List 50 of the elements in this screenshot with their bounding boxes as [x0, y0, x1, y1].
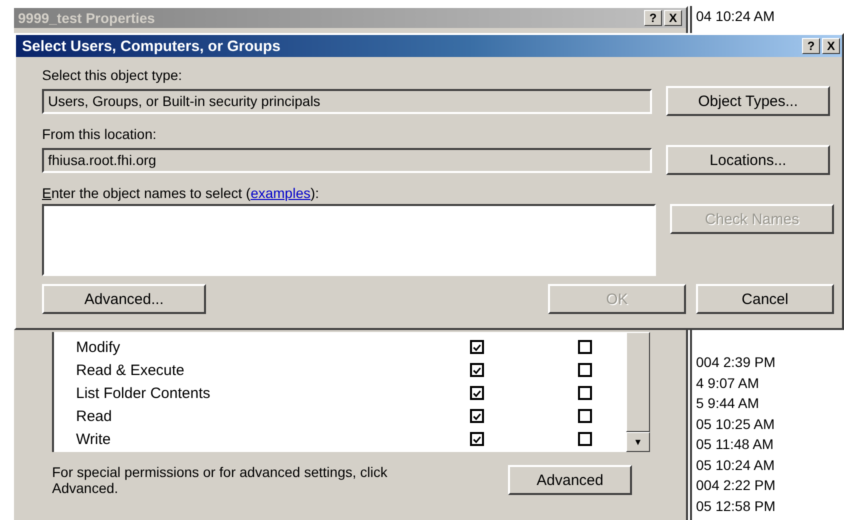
- allow-checkbox[interactable]: [470, 386, 484, 400]
- time-text: 05 11:48 AM: [696, 435, 775, 454]
- advanced-button[interactable]: Advanced...: [42, 284, 206, 314]
- permission-name: Modify: [76, 338, 122, 356]
- locations-button[interactable]: Locations...: [666, 145, 830, 175]
- scrollbar[interactable]: ▼: [626, 332, 650, 452]
- advanced-hint: For special permissions or for advanced settings, click Advanced.: [52, 464, 388, 496]
- object-type-field: Users, Groups, or Built-in security principals: [42, 88, 652, 114]
- permission-name: Read: [76, 408, 113, 424]
- help-button[interactable]: ?: [802, 38, 820, 54]
- help-button[interactable]: ?: [644, 10, 662, 26]
- permission-name: Write: [76, 430, 112, 448]
- dialog-title: Select Users, Computers, or Groups: [22, 38, 280, 54]
- checkmark-icon: [472, 388, 482, 398]
- allow-checkbox[interactable]: [470, 363, 484, 377]
- deny-checkbox[interactable]: [578, 432, 592, 446]
- window-title: 9999_test Properties: [18, 10, 155, 26]
- object-types-button[interactable]: Object Types...: [666, 86, 830, 116]
- time-text: 004 2:39 PM: [696, 353, 776, 372]
- time-text: 004 2:22 PM: [696, 476, 776, 495]
- deny-checkbox[interactable]: [578, 363, 592, 377]
- checkmark-icon: [472, 410, 482, 422]
- permission-name: Read & Execute: [76, 362, 186, 378]
- time-text: 04 10:24 AM: [696, 7, 776, 26]
- deny-checkbox[interactable]: [578, 409, 592, 423]
- advanced-button[interactable]: Advanced: [508, 465, 632, 495]
- time-text: 05 12:58 PM: [696, 496, 776, 516]
- close-button[interactable]: X: [822, 38, 840, 54]
- scroll-down-button[interactable]: ▼: [626, 432, 650, 452]
- time-text: 5 9:44 AM: [696, 394, 760, 413]
- checkmark-icon: [472, 364, 482, 376]
- field-label: Select this object type:: [42, 67, 184, 84]
- time-text: 05 10:25 AM: [696, 414, 776, 434]
- checkmark-icon: [472, 342, 482, 352]
- allow-checkbox[interactable]: [470, 432, 484, 446]
- cancel-button[interactable]: Cancel: [696, 284, 834, 314]
- field-label: From this location:: [42, 126, 158, 143]
- close-button[interactable]: X: [664, 10, 682, 26]
- deny-checkbox[interactable]: [578, 386, 592, 400]
- object-names-input[interactable]: [42, 204, 656, 276]
- allow-checkbox[interactable]: [470, 409, 484, 423]
- time-text: 4 9:07 AM: [696, 374, 760, 392]
- permission-name: List Folder Contents: [76, 384, 212, 402]
- time-text: 05 10:24 AM: [696, 456, 776, 474]
- checkmark-icon: [472, 434, 482, 444]
- field-label: Enter the object names to select (examples):: [42, 185, 320, 202]
- examples-link[interactable]: examples: [250, 185, 310, 201]
- location-field: fhiusa.root.fhi.org: [42, 148, 652, 172]
- allow-checkbox[interactable]: [470, 340, 484, 354]
- deny-checkbox[interactable]: [578, 340, 592, 354]
